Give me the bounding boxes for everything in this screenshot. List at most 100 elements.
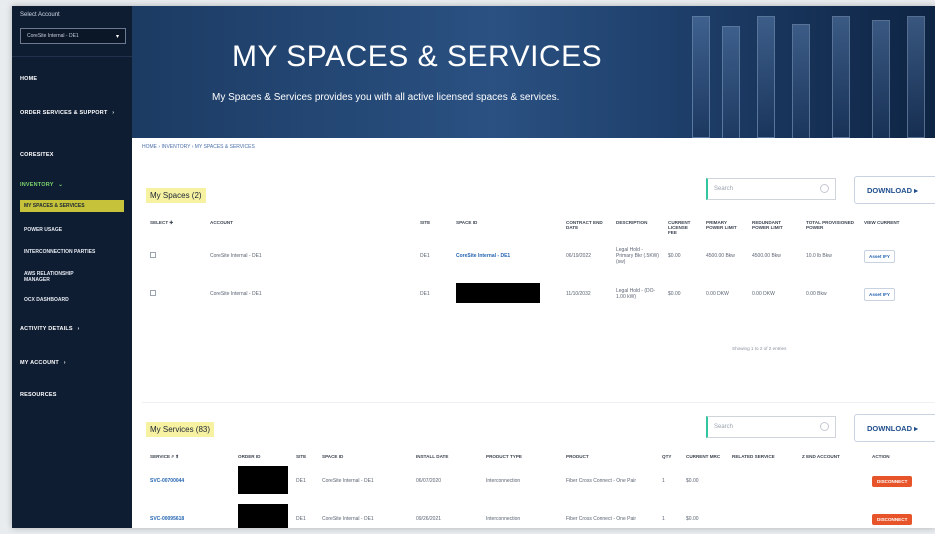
site-cell: DE1 [420,291,430,297]
column-header[interactable]: SITE [416,218,452,237]
server-rack-decoration [692,16,710,138]
spaces-section-title: My Spaces (2) [146,188,206,203]
chevron-right-icon: › [77,326,80,332]
search-placeholder: Search [714,424,734,430]
table-row: CoreSite Internal - DE1 DE1 11/10/2032 L… [146,275,935,313]
sidebar-item-coresitex[interactable]: CORESITEX [20,152,54,158]
column-header[interactable]: CURRENT MRC [682,452,728,462]
column-header[interactable]: ORDER ID [234,452,292,462]
redacted-order-id [238,504,288,528]
sidebar-item-activity-details[interactable]: ACTIVITY DETAILS › [20,326,80,332]
sidebar-subitem-ocx-dashboard[interactable]: OCX DASHBOARD [20,294,124,306]
product-type-cell: Interconnection [486,478,521,484]
services-download-button[interactable]: DOWNLOAD ▸ [854,414,935,442]
sidebar-subitem-aws-relationship-manager[interactable]: AWS RELATIONSHIP MANAGER [20,268,80,286]
z-end-account-cell [798,462,868,500]
column-header[interactable]: SELECT ✚ [146,218,206,237]
service-number-link[interactable]: SVC-00700044 [146,462,234,500]
disconnect-button[interactable]: DISCONNECT [872,513,913,525]
row-select-checkbox[interactable] [150,290,156,296]
column-header[interactable]: VIEW CURRENT [860,218,935,237]
view-current-button[interactable]: Asset IFY [864,249,895,263]
related-service-cell [728,462,798,500]
end-date-cell: 11/10/2032 [566,291,591,297]
account-select-value: CoreSite Internal - DE1 [27,33,79,39]
space-id-link[interactable]: CoreSite Internal - DE1 [452,237,562,275]
row-select-checkbox[interactable] [150,252,156,258]
services-section-title: My Services (83) [146,422,215,437]
disconnect-button[interactable]: DISCONNECT [872,475,913,487]
column-header[interactable]: SERVICE # ⬆ [146,452,234,462]
account-cell: CoreSite Internal - DE1 [210,291,262,297]
total-power-cell: 0.00 Bkw [806,291,827,297]
mrc-cell: $0.00 [686,516,699,522]
site-cell: DE1 [296,478,306,484]
sidebar-item-order-services[interactable]: ORDER SERVICES & SUPPORT › [20,110,120,117]
breadcrumb[interactable]: HOME › INVENTORY › MY SPACES & SERVICES [142,144,255,150]
sidebar-item-label: INVENTORY [20,182,54,188]
sidebar-divider [12,56,132,57]
column-header[interactable]: TOTAL PROVISIONED POWER [802,218,860,237]
sidebar-subitem-power-usage[interactable]: POWER USAGE [20,224,124,236]
column-header[interactable]: INSTALL DATE [412,452,482,462]
column-header[interactable]: SPACE ID [452,218,562,237]
install-date-cell: 09/26/2021 [416,516,442,522]
column-header[interactable]: PRODUCT TYPE [482,452,562,462]
sidebar-subitem-my-spaces-services[interactable]: MY SPACES & SERVICES [20,200,124,212]
account-select[interactable]: CoreSite Internal - DE1 ▾ [20,28,126,44]
page-title: MY SPACES & SERVICES [232,40,603,73]
mrc-cell: $0.00 [686,478,699,484]
redacted-space-id [456,283,540,303]
column-header[interactable]: SITE [292,452,318,462]
column-header[interactable]: QTY [658,452,682,462]
site-cell: DE1 [296,516,306,522]
column-header[interactable]: DESCRIPTION [612,218,664,237]
product-cell: Fiber Cross Connect - One Pair [566,516,637,522]
qty-cell: 1 [662,478,665,484]
sidebar-item-label: ACTIVITY DETAILS [20,326,73,332]
column-header[interactable]: CONTRACT END DATE [562,218,612,237]
service-number-link[interactable]: SVC-00095618 [146,500,234,528]
spaces-paging-info: Showing 1 to 2 of 2 entries [732,346,787,351]
server-rack-decoration [872,20,890,138]
z-end-account-cell [798,500,868,528]
redundant-power-cell: 4500.00 Bkw [752,253,781,259]
sidebar-item-label: HOME [20,76,38,82]
sidebar-item-home[interactable]: HOME [20,76,37,82]
server-rack-decoration [792,24,810,138]
sidebar-item-inventory[interactable]: INVENTORY ⌄ [20,182,63,188]
column-header[interactable]: PRODUCT [562,452,658,462]
description-cell: Legal Hold - Primary Bkr (.5KW) (sw) [616,247,660,265]
column-header[interactable]: PRIMARY POWER LIMIT [702,218,748,237]
end-date-cell: 06/19/2022 [566,253,592,259]
column-header[interactable]: Z END ACCOUNT [798,452,868,462]
column-header[interactable]: ACTION [868,452,935,462]
account-cell: CoreSite Internal - DE1 [210,253,262,259]
search-icon [820,422,829,431]
column-header[interactable]: REDUNDANT POWER LIMIT [748,218,802,237]
sidebar-item-resources[interactable]: RESOURCES [20,392,57,398]
sidebar-item-label: ORDER SERVICES & SUPPORT [20,110,108,116]
spaces-download-button[interactable]: DOWNLOAD ▸ [854,176,935,204]
qty-cell: 1 [662,516,665,522]
sidebar-item-label: MY ACCOUNT [20,360,59,366]
column-header[interactable]: SPACE ID [318,452,412,462]
spaces-search-input[interactable]: Search [706,178,836,200]
column-header[interactable]: RELATED SERVICE [728,452,798,462]
search-placeholder: Search [714,186,734,192]
sidebar-item-label: CORESITEX [20,152,54,158]
server-rack-decoration [722,26,740,138]
spaces-table: SELECT ✚ ACCOUNT SITE SPACE ID CONTRACT … [146,218,935,313]
sidebar-subitem-interconnection-parties[interactable]: INTERCONNECTION PARTIES [20,246,124,258]
redacted-order-id [238,466,288,494]
sidebar-item-my-account[interactable]: MY ACCOUNT › [20,360,66,366]
column-header[interactable]: ACCOUNT [206,218,416,237]
product-type-cell: Interconnection [486,516,521,522]
primary-power-cell: 4500.00 Bkw [706,253,735,259]
server-rack-decoration [907,16,925,138]
account-label: Select Account [20,12,60,18]
server-rack-decoration [832,16,850,138]
column-header[interactable]: CURRENT LICENSE FEE [664,218,702,237]
view-current-button[interactable]: Asset IFY [864,287,895,301]
services-search-input[interactable]: Search [706,416,836,438]
